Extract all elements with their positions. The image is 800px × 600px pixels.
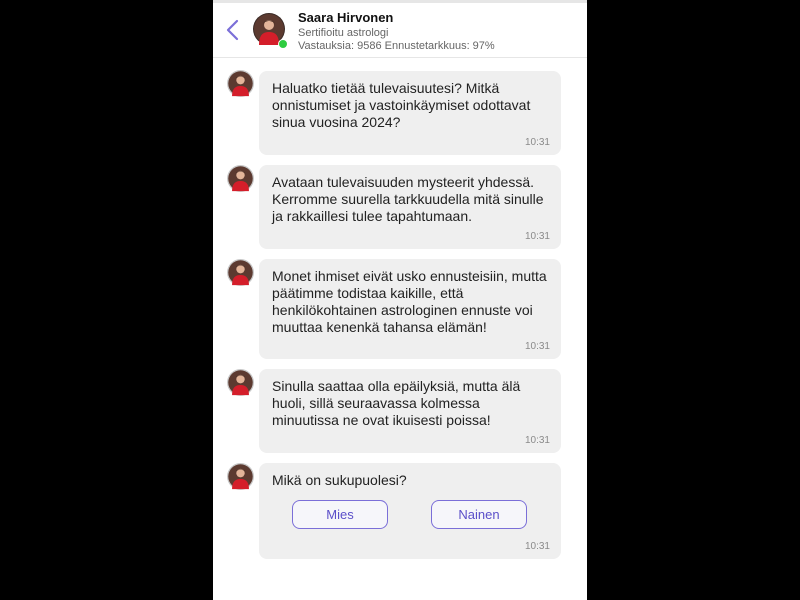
message-avatar bbox=[227, 369, 254, 396]
message-time: 10:31 bbox=[524, 137, 550, 148]
message-text: Avataan tulevaisuuden mysteerit yhdessä.… bbox=[272, 174, 544, 224]
message-bubble: Avataan tulevaisuuden mysteerit yhdessä.… bbox=[259, 165, 561, 249]
message-bubble: Sinulla saattaa olla epäilyksiä, mutta ä… bbox=[259, 369, 561, 453]
message-avatar bbox=[227, 463, 254, 490]
message-bubble: Monet ihmiset eivät usko ennusteisiin, m… bbox=[259, 259, 561, 359]
message-time: 10:31 bbox=[524, 435, 550, 446]
chat-header: Saara Hirvonen Sertifioitu astrologi Vas… bbox=[213, 0, 587, 58]
contact-stats: Vastauksia: 9586 Ennustetarkkuus: 97% bbox=[298, 40, 495, 52]
message-text: Sinulla saattaa olla epäilyksiä, mutta ä… bbox=[272, 378, 521, 428]
contact-name: Saara Hirvonen bbox=[298, 10, 394, 25]
message-avatar bbox=[227, 70, 254, 97]
contact-title: Sertifioitu astrologi bbox=[298, 27, 389, 39]
message-time: 10:31 bbox=[524, 541, 550, 552]
female-option-button[interactable]: Nainen bbox=[431, 500, 527, 529]
back-arrow-icon[interactable] bbox=[225, 19, 241, 41]
chat-screen: Saara Hirvonen Sertifioitu astrologi Vas… bbox=[213, 0, 587, 600]
message-text: Monet ihmiset eivät usko ennusteisiin, m… bbox=[272, 268, 547, 335]
message-time: 10:31 bbox=[524, 231, 550, 242]
message-time: 10:31 bbox=[524, 341, 550, 352]
question-bubble: Mikä on sukupuolesi? Mies Nainen 10:31 bbox=[259, 463, 561, 559]
message-bubble: Haluatko tietää tulevaisuutesi? Mitkä on… bbox=[259, 71, 561, 155]
message-avatar bbox=[227, 165, 254, 192]
message-avatar bbox=[227, 259, 254, 286]
male-option-button[interactable]: Mies bbox=[292, 500, 388, 529]
online-status-indicator bbox=[278, 39, 288, 49]
message-text: Haluatko tietää tulevaisuutesi? Mitkä on… bbox=[272, 80, 531, 130]
question-text: Mikä on sukupuolesi? bbox=[272, 472, 407, 488]
